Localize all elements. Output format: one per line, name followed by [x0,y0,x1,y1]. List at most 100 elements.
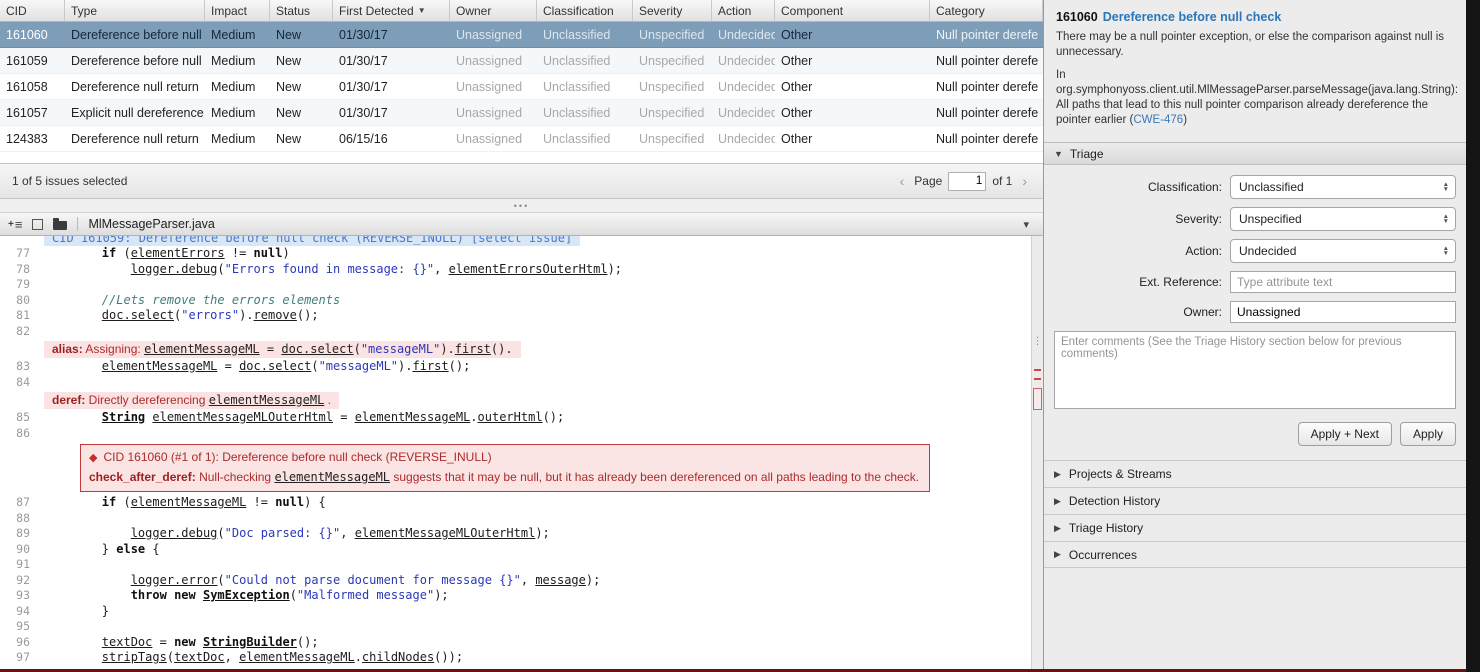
comments-wrap [1054,331,1456,412]
scrollbar-thumb[interactable] [1033,388,1042,410]
select-severity[interactable]: Unspecified ▲ ▼ [1230,207,1456,231]
code-identifier-link[interactable]: logger.debug [131,526,218,540]
cell: Dereference before null [71,27,202,42]
left-pane: CID Type Impact Status First Detected ▼ Owner C… [0,0,1043,672]
cell: 01/30/17 [339,105,388,120]
pane-splitter-handle[interactable]: ••• [0,199,1043,212]
column-header-action[interactable]: Action [712,0,775,21]
code-identifier-link[interactable]: elementMessageMLOuterHtml [355,526,536,540]
line-number: 81 [16,308,30,322]
code-identifier-link[interactable]: StringBuilder [203,635,297,649]
line-number: 97 [16,650,30,664]
expand-view-icon[interactable] [32,218,44,230]
select-classification[interactable]: Unclassified ▲ ▼ [1230,175,1456,199]
code-identifier-link[interactable]: remove [254,308,297,322]
column-header-impact[interactable]: Impact [205,0,270,21]
code-line: 83 elementMessageML = doc.select("messag… [0,359,1031,375]
button-apply[interactable]: Apply [1399,422,1456,446]
code-identifier-link[interactable]: childNodes [362,650,434,664]
page-number-input[interactable] [948,171,987,191]
select-action[interactable]: Undecided ▲ ▼ [1230,239,1456,263]
column-header-classification[interactable]: Classification [537,0,633,21]
column-header-cid[interactable]: CID [0,0,65,21]
code-identifier-link[interactable]: SymException [203,588,290,602]
code-identifier-link[interactable]: elementErrors [131,246,225,260]
code-identifier-link[interactable]: outerHtml [478,410,543,424]
column-header-owner[interactable]: Owner [450,0,537,21]
table-row[interactable]: 161057 Explicit null dereference Medium New… [0,100,1043,126]
line-number: 93 [16,588,30,602]
code-identifier-link[interactable]: elementMessageML [144,342,260,356]
cell: Other [781,131,813,146]
code-identifier-link[interactable]: String [102,410,145,424]
button-apply-next[interactable]: Apply + Next [1297,422,1392,446]
column-header-status[interactable]: Status [270,0,333,21]
stepper-icon: ▲ ▼ [1442,213,1449,225]
line-number: 90 [16,541,30,556]
cell: Unassigned [456,131,523,146]
issue-type-title[interactable]: Dereference before null check [1103,10,1282,24]
status-bar: 1 of 5 issues selected ‹ Page of 1 › [0,163,1043,199]
code-line: 84 [0,375,1031,391]
section-projects-streams[interactable]: ▶ Projects & Streams [1044,460,1466,487]
column-header-type[interactable]: Type [65,0,205,21]
code-identifier-link[interactable]: first [455,342,491,356]
cell: New [276,131,302,146]
section-occurrences[interactable]: ▶ Occurrences [1044,541,1466,568]
code-identifier-link[interactable]: stripTags [102,650,167,664]
table-row[interactable]: 161058 Dereference null return Medium New 01… [0,74,1043,100]
code-identifier-link[interactable]: textDoc [102,635,153,649]
column-header-category[interactable]: Category [930,0,1043,21]
toggle-events-icon[interactable]: + ≡ [8,217,22,232]
cell: Medium [211,27,256,42]
source-filename: MlMessageParser.java [88,217,215,231]
line-number: 94 [16,603,30,618]
code-identifier-link[interactable]: logger.error [131,573,218,587]
cell: Unassigned [456,53,523,68]
code-identifier-link[interactable]: elementMessageML [274,470,390,484]
code-lines[interactable]: CID 161059: Dereference before null chec… [0,236,1031,669]
cell: 124383 [6,131,48,146]
cwe-link[interactable]: CWE-476 [1133,114,1183,126]
table-row[interactable]: 161059 Dereference before null Medium New 01… [0,48,1043,74]
code-identifier-link[interactable]: message [535,573,586,587]
event-line-partial[interactable]: CID 161059: Dereference before null chec… [0,236,1031,246]
file-dropdown-icon[interactable]: ▾ [1023,218,1035,231]
cell: Unclassified [543,105,611,120]
code-identifier-link[interactable]: logger.debug [131,262,218,276]
code-identifier-link[interactable]: doc.select [239,359,311,373]
section-triage-history[interactable]: ▶ Triage History [1044,514,1466,541]
field-label-owner: Owner: [1183,305,1222,319]
input-ext-reference[interactable] [1230,271,1456,293]
comments-textarea[interactable] [1054,331,1456,409]
code-identifier-link[interactable]: elementErrorsOuterHtml [449,262,608,276]
pagination: ‹ Page of 1 › [896,171,1031,191]
cell: Explicit null dereference [71,105,204,120]
input-owner[interactable] [1230,301,1456,323]
next-page-button[interactable]: › [1018,173,1031,189]
code-identifier-link[interactable]: doc.select [281,342,353,356]
code-identifier-link[interactable]: doc.select [102,308,174,322]
code-identifier-link[interactable]: elementMessageML [209,393,325,407]
code-identifier-link[interactable]: elementMessageML [355,410,471,424]
code-identifier-link[interactable]: elementMessageMLOuterHtml [152,410,333,424]
issue-description: In org.symphonyoss.client.util.MlMessage… [1056,68,1458,128]
code-identifier-link[interactable]: elementMessageML [239,650,355,664]
code-identifier-link[interactable]: elementMessageML [102,359,218,373]
code-identifier-link[interactable]: elementMessageML [131,495,247,509]
code-identifier-link[interactable]: first [413,359,449,373]
code-scrollbar[interactable]: ⋮ [1031,236,1043,669]
code-line: 88 [0,511,1031,527]
code-identifier-link[interactable]: textDoc [174,650,225,664]
table-row[interactable]: 161060 Dereference before null Medium New 01… [0,22,1043,48]
column-header-severity[interactable]: Severity [633,0,712,21]
section-detection-history[interactable]: ▶ Detection History [1044,487,1466,514]
code-line: 96 textDoc = new StringBuilder(); [0,635,1031,651]
folder-icon[interactable] [53,217,68,230]
prev-page-button[interactable]: ‹ [896,173,909,189]
column-header-component[interactable]: Component [775,0,930,21]
detail-sections: ▶ Projects & Streams ▶ Detection History ▶ Tr… [1044,460,1466,568]
triage-section-header[interactable]: ▼ Triage [1044,142,1466,165]
column-header-first-detected[interactable]: First Detected ▼ [333,0,450,21]
table-row[interactable]: 124383 Dereference null return Medium New 06… [0,126,1043,152]
